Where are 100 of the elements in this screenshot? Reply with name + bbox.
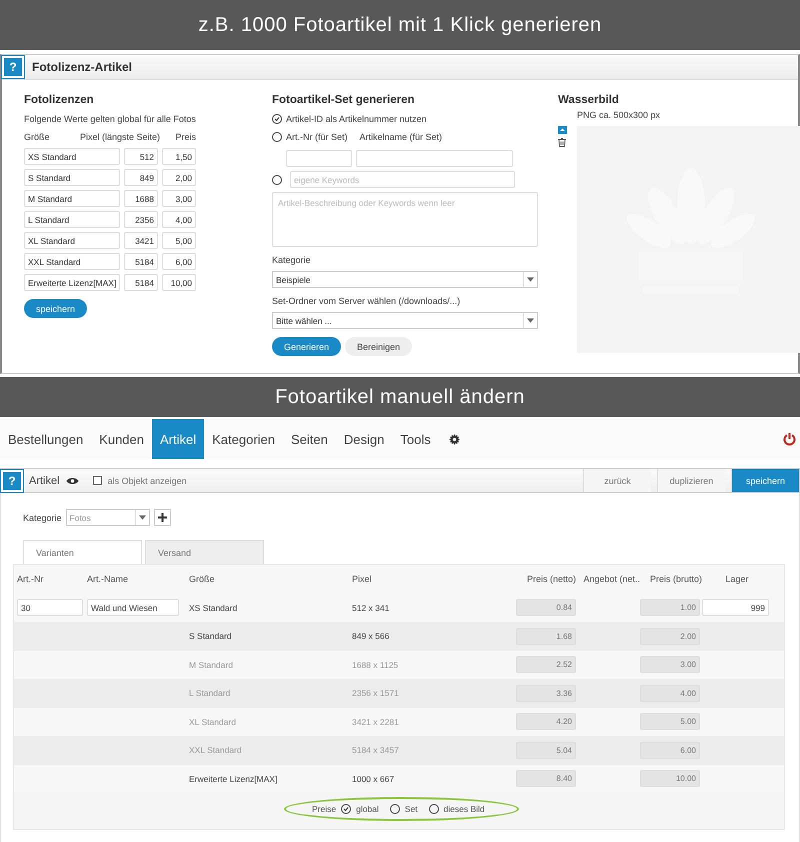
pixel-field[interactable]: 849 — [124, 169, 158, 186]
size-field[interactable]: XXL Standard — [24, 253, 120, 270]
action-button[interactable]: Bereinigen — [345, 337, 412, 356]
size-cell-text: S Standard — [189, 631, 233, 642]
net-price-field: 3.36 — [516, 684, 576, 702]
column-header: Art.-Name — [87, 574, 130, 584]
pixel-field[interactable]: 2356 — [124, 211, 158, 228]
add-icon[interactable] — [154, 509, 171, 526]
field-label: Kategorie — [23, 512, 62, 522]
size-field[interactable]: S Standard — [24, 169, 120, 186]
radio-button[interactable] — [341, 804, 352, 814]
column-header: Art.-Nr — [17, 574, 44, 584]
nav-item[interactable]: Bestellungen — [0, 419, 92, 459]
column-header: Lager — [724, 574, 750, 584]
folder-select[interactable]: Bitte wählen ... — [272, 312, 538, 329]
tab[interactable]: Varianten — [23, 540, 142, 564]
nav-item[interactable]: Kategorien — [204, 419, 284, 459]
art-nr-field[interactable] — [286, 150, 352, 167]
size-field[interactable]: XS Standard — [24, 148, 120, 165]
note-text: Folgende Werte gelten global für alle Fotos — [24, 114, 197, 124]
column-header: Angebot (net.. — [582, 574, 640, 584]
radio-button[interactable] — [272, 174, 282, 184]
size-cell-text: M Standard — [189, 660, 234, 670]
column-header: Pixel — [352, 574, 373, 584]
category-select[interactable]: Beispiele — [272, 271, 538, 288]
price-field[interactable]: 10,00 — [162, 274, 196, 291]
help-button[interactable]: ? — [1, 470, 23, 492]
article-name-field[interactable] — [356, 150, 513, 167]
radio-button[interactable] — [390, 804, 400, 814]
price-field[interactable]: 6,00 — [162, 253, 196, 270]
pixel-field[interactable]: 5184 — [124, 253, 158, 270]
save-button[interactable]: speichern — [24, 299, 88, 318]
gross-price-field: 3.00 — [640, 656, 700, 674]
size-field[interactable]: L Standard — [24, 211, 120, 228]
nav-item[interactable]: Seiten — [283, 419, 336, 459]
toolbar-button[interactable]: zurück — [583, 469, 651, 492]
toolbar-button[interactable]: duplizieren — [657, 469, 725, 492]
banner-title: Fotoartikel manuell ändern — [0, 377, 800, 417]
check-icon — [274, 116, 280, 122]
size-field[interactable]: Erweiterte Lizenz[MAX] — [24, 274, 120, 291]
pixel-cell-text: 5184 x 3457 — [352, 745, 400, 756]
price-field[interactable]: 5,00 — [162, 232, 196, 249]
upload-icon[interactable] — [558, 126, 567, 134]
nav-item[interactable]: Artikel — [152, 419, 204, 459]
action-button[interactable]: Generieren — [272, 337, 342, 356]
check-icon — [343, 806, 350, 812]
nav-item[interactable]: Design — [336, 419, 392, 459]
toolbar-button[interactable]: speichern — [731, 469, 799, 492]
column-header: Größe — [189, 574, 216, 584]
panel-title: Fotolizenz-Artikel — [32, 60, 132, 74]
size-cell-text: L Standard — [189, 688, 232, 698]
net-price-field: 8.40 — [516, 770, 576, 788]
size-field[interactable]: XL Standard — [24, 232, 120, 249]
net-price-field: 2.52 — [516, 656, 576, 674]
radio-button[interactable] — [428, 804, 439, 814]
art-name-field[interactable]: Wald und Wiesen — [87, 599, 179, 616]
pixel-cell-text: 849 x 566 — [352, 631, 390, 642]
price-field[interactable]: 4,00 — [162, 211, 196, 228]
art-nr-field[interactable]: 30 — [17, 599, 83, 616]
pixel-cell-text: 3421 x 2281 — [352, 716, 400, 727]
tab[interactable]: Versand — [145, 540, 264, 564]
size-cell-text: XL Standard — [189, 716, 237, 727]
option-label: Set — [404, 804, 418, 814]
price-field[interactable]: 1,50 — [162, 148, 196, 165]
radio-button[interactable] — [272, 114, 282, 124]
checkbox[interactable] — [92, 476, 102, 485]
column-header: Preis (brutto) — [648, 574, 702, 584]
gross-price-field: 4.00 — [640, 684, 700, 702]
stock-field[interactable]: 999 — [702, 599, 769, 616]
size-cell-text: XS Standard — [189, 602, 238, 613]
nav-item[interactable]: Tools — [392, 419, 439, 459]
option-label: dieses Bild — [444, 804, 485, 814]
nav-item[interactable]: Kunden — [91, 419, 152, 459]
price-field[interactable]: 2,00 — [162, 169, 196, 186]
gross-price-field: 2.00 — [640, 628, 700, 645]
gross-price-field: 6.00 — [640, 742, 700, 759]
pixel-field[interactable]: 5184 — [124, 274, 158, 291]
field-label: Kategorie — [272, 255, 312, 265]
eye-icon[interactable] — [66, 476, 79, 484]
gross-price-field: 10.00 — [640, 770, 700, 788]
net-price-field: 4.20 — [516, 713, 576, 730]
radio-button[interactable] — [272, 132, 282, 142]
column-header: Pixel (längste Seite) — [78, 132, 160, 142]
power-icon[interactable] — [783, 432, 796, 446]
help-button[interactable]: ? — [2, 56, 24, 78]
field-label: Set-Ordner vom Server wählen (/downloads/...) — [272, 296, 462, 306]
price-field[interactable]: 3,00 — [162, 190, 196, 207]
field-label: Artikelname (für Set) — [360, 132, 442, 142]
pixel-field[interactable]: 512 — [124, 148, 158, 165]
section-title: Wasserbild — [558, 94, 620, 106]
pixel-cell-text: 512 x 341 — [352, 602, 390, 613]
gross-price-field: 5.00 — [640, 713, 700, 730]
pixel-field[interactable]: 3421 — [124, 232, 158, 249]
banner-title: z.B. 1000 Fotoartikel mit 1 Klick generieren — [0, 0, 800, 50]
pixel-field[interactable]: 1688 — [124, 190, 158, 207]
toolbar-title: Artikel — [29, 474, 60, 486]
trash-icon[interactable] — [558, 138, 566, 147]
settings-icon[interactable] — [448, 434, 460, 444]
option-label: Artikel-ID als Artikelnummer nutzen — [286, 114, 427, 124]
size-field[interactable]: M Standard — [24, 190, 120, 207]
